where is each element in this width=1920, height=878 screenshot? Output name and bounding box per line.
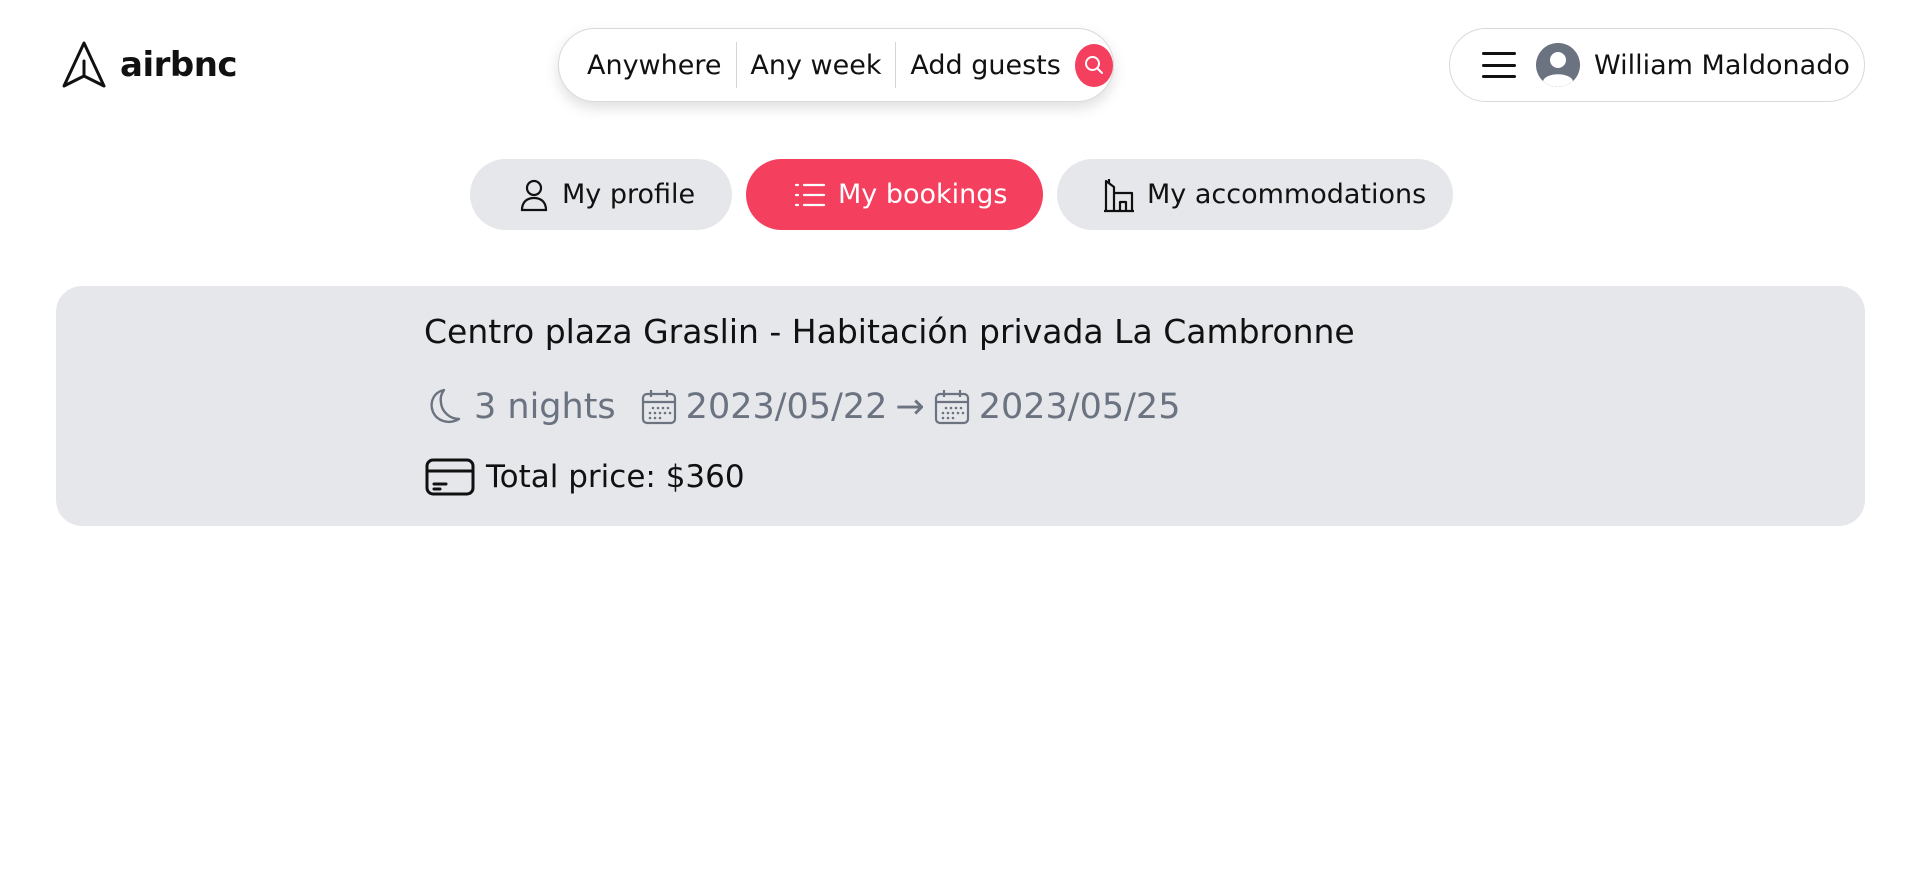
paper-plane-logo-icon [62,41,106,88]
tab-label: My accommodations [1147,179,1427,210]
user-menu[interactable]: William Maldonado [1449,28,1865,102]
booking-check-out: 2023/05/25 [978,387,1181,427]
search-button[interactable] [1074,43,1113,87]
booking-title: Centro plaza Graslin - Habitación privad… [424,312,1355,351]
user-avatar-icon [1536,43,1580,87]
tab-label: My profile [562,179,696,210]
booking-nights: 3 nights [474,387,616,427]
search-location[interactable]: Anywhere [587,50,722,81]
building-icon [1104,178,1134,212]
list-icon [794,183,826,206]
search-guests[interactable]: Add guests [910,50,1060,81]
account-tabs: My profile My bookings My accommodations [470,159,1453,230]
date-range-arrow: → [895,387,925,427]
tab-my-accommodations[interactable]: My accommodations [1057,159,1453,230]
credit-card-icon [425,458,475,496]
tab-label: My bookings [838,179,1008,210]
user-icon [520,179,548,211]
search-dates[interactable]: Any week [750,50,881,81]
search-divider [735,42,737,88]
booking-dates: 3 nights 2023/05/22 → 2023/05/25 [424,386,1180,428]
search-icon [1084,56,1103,74]
search-divider [895,42,897,88]
user-name: William Maldonado [1594,49,1850,81]
calendar-icon [934,390,969,425]
search-bar[interactable]: Anywhere Any week Add guests [558,28,1114,102]
booking-check-in: 2023/05/22 [685,387,888,427]
hamburger-menu-icon[interactable] [1482,52,1516,78]
moon-icon [430,388,461,423]
tab-my-profile[interactable]: My profile [470,159,732,230]
tab-my-bookings[interactable]: My bookings [746,159,1043,230]
booking-total-price: Total price: $360 [486,459,745,495]
booking-price: Total price: $360 [424,456,745,498]
calendar-icon [641,390,676,425]
brand-name: airbnc [120,45,238,85]
booking-card[interactable]: Centro plaza Graslin - Habitación privad… [56,286,1865,526]
brand-logo[interactable]: airbnc [60,40,238,90]
